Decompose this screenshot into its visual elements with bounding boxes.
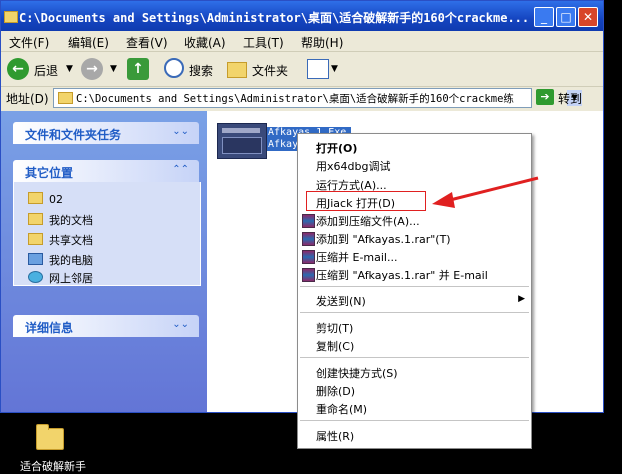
- back-arrow-icon[interactable]: ←: [7, 58, 29, 80]
- desktop-folder-icon[interactable]: 适合破解新手: [20, 424, 86, 473]
- place-item-my-computer[interactable]: 我的电脑: [28, 252, 93, 268]
- window-bar-decoration: [222, 128, 260, 133]
- menu-separator: [300, 286, 529, 287]
- shared-folder-icon: [28, 233, 43, 245]
- address-label: 地址(D): [6, 92, 49, 106]
- back-dropdown-icon[interactable]: ▼: [66, 64, 73, 74]
- menu-tools[interactable]: 工具(T): [243, 34, 284, 51]
- minimize-button[interactable]: _: [534, 7, 554, 27]
- file-tasks-header[interactable]: 文件和文件夹任务 ⌄⌄: [13, 122, 199, 144]
- annotation-highlight-box: [306, 191, 426, 211]
- toolbar: ← 后退 ▼ → ▼ ↑ 搜索 文件夹 ▼: [1, 52, 603, 87]
- close-button[interactable]: ✕: [578, 7, 598, 27]
- folder-icon: [36, 424, 64, 450]
- menu-item-add-rar[interactable]: 添加到 "Afkayas.1.rar"(T): [298, 229, 531, 247]
- maximize-button[interactable]: □: [556, 7, 576, 27]
- other-places-list: 02 我的文档 共享文档 我的电脑 网上邻居: [13, 182, 201, 286]
- menu-separator: [300, 357, 529, 358]
- window-screen-decoration: [222, 137, 262, 154]
- menu-item-send-to[interactable]: 发送到(N) ▶: [298, 291, 531, 309]
- menu-separator: [300, 420, 529, 421]
- address-bar: 地址(D) C:\Documents and Settings\Administ…: [1, 87, 603, 109]
- search-button[interactable]: 搜索: [189, 62, 213, 79]
- details-title: 详细信息: [25, 321, 74, 335]
- menu-edit[interactable]: 编辑(E): [68, 34, 109, 51]
- context-menu: 打开(O) 用x64dbg调试 运行方式(A)... 用Jiack 打开(D) …: [297, 133, 532, 449]
- winrar-icon: [302, 268, 315, 282]
- place-item-02[interactable]: 02: [28, 192, 63, 206]
- menu-view[interactable]: 查看(V): [126, 34, 168, 51]
- chevron-down-icon[interactable]: ⌄⌄: [172, 319, 189, 330]
- views-dropdown-icon[interactable]: ▼: [331, 64, 338, 74]
- menu-item-properties[interactable]: 属性(R): [298, 426, 531, 444]
- search-icon: [164, 58, 184, 78]
- menu-item-compress-rar-email[interactable]: 压缩到 "Afkayas.1.rar" 并 E-mail: [298, 265, 531, 283]
- up-folder-icon[interactable]: ↑: [127, 58, 149, 80]
- forward-dropdown-icon[interactable]: ▼: [110, 64, 117, 74]
- address-path: C:\Documents and Settings\Administrator\…: [76, 93, 514, 105]
- desktop-folder-label: 适合破解新手: [20, 460, 86, 473]
- window-title: C:\Documents and Settings\Administrator\…: [19, 11, 529, 25]
- computer-icon: [28, 253, 43, 265]
- menu-favorites[interactable]: 收藏(A): [184, 34, 226, 51]
- chevron-down-icon[interactable]: ⌄⌄: [172, 126, 189, 137]
- chevron-up-icon[interactable]: ⌃⌃: [172, 164, 189, 175]
- menu-item-create-shortcut[interactable]: 创建快捷方式(S): [298, 363, 531, 381]
- forward-arrow-icon[interactable]: →: [81, 58, 103, 80]
- folders-icon: [227, 62, 247, 78]
- folder-icon: [58, 92, 73, 104]
- winrar-icon: [302, 232, 315, 246]
- winrar-icon: [302, 214, 315, 228]
- title-bar[interactable]: C:\Documents and Settings\Administrator\…: [1, 1, 603, 31]
- menu-item-rename[interactable]: 重命名(M): [298, 399, 531, 417]
- network-icon: [28, 271, 43, 283]
- menu-separator: [300, 312, 529, 313]
- go-label: 转到: [558, 92, 583, 106]
- exe-file-icon[interactable]: [217, 123, 267, 159]
- menu-item-copy[interactable]: 复制(C): [298, 336, 531, 354]
- details-header[interactable]: 详细信息 ⌄⌄: [13, 315, 199, 337]
- back-button[interactable]: 后退: [34, 62, 58, 79]
- documents-folder-icon: [28, 213, 43, 225]
- other-places-header[interactable]: 其它位置 ⌃⌃: [13, 160, 199, 182]
- winrar-icon: [302, 250, 315, 264]
- menu-item-x64dbg[interactable]: 用x64dbg调试: [298, 156, 531, 174]
- menu-bar: 文件(F) 编辑(E) 查看(V) 收藏(A) 工具(T) 帮助(H): [1, 31, 603, 85]
- menu-item-add-archive[interactable]: 添加到压缩文件(A)...: [298, 211, 531, 229]
- task-pane: 文件和文件夹任务 ⌄⌄ 其它位置 ⌃⌃ 02 我的文档 共享文档 我的电脑 网上…: [1, 111, 207, 412]
- menu-item-cut[interactable]: 剪切(T): [298, 318, 531, 336]
- place-item-my-documents[interactable]: 我的文档: [28, 212, 93, 228]
- submenu-arrow-icon: ▶: [518, 294, 525, 304]
- menu-item-delete[interactable]: 删除(D): [298, 381, 531, 399]
- place-item-shared-documents[interactable]: 共享文档: [28, 232, 93, 248]
- address-input[interactable]: C:\Documents and Settings\Administrator\…: [53, 88, 582, 108]
- menu-file[interactable]: 文件(F): [9, 34, 49, 51]
- place-item-network[interactable]: 网上邻居: [28, 270, 93, 286]
- views-icon[interactable]: [307, 59, 329, 79]
- menu-item-compress-email[interactable]: 压缩并 E-mail...: [298, 247, 531, 265]
- menu-help[interactable]: 帮助(H): [301, 34, 343, 51]
- folder-icon: [4, 11, 18, 23]
- file-tasks-title: 文件和文件夹任务: [25, 128, 122, 142]
- go-arrow-icon: ➔: [536, 89, 554, 105]
- folders-button[interactable]: 文件夹: [252, 62, 288, 79]
- other-places-title: 其它位置: [25, 166, 74, 180]
- menu-item-open[interactable]: 打开(O): [298, 138, 531, 156]
- folder-icon: [28, 192, 43, 204]
